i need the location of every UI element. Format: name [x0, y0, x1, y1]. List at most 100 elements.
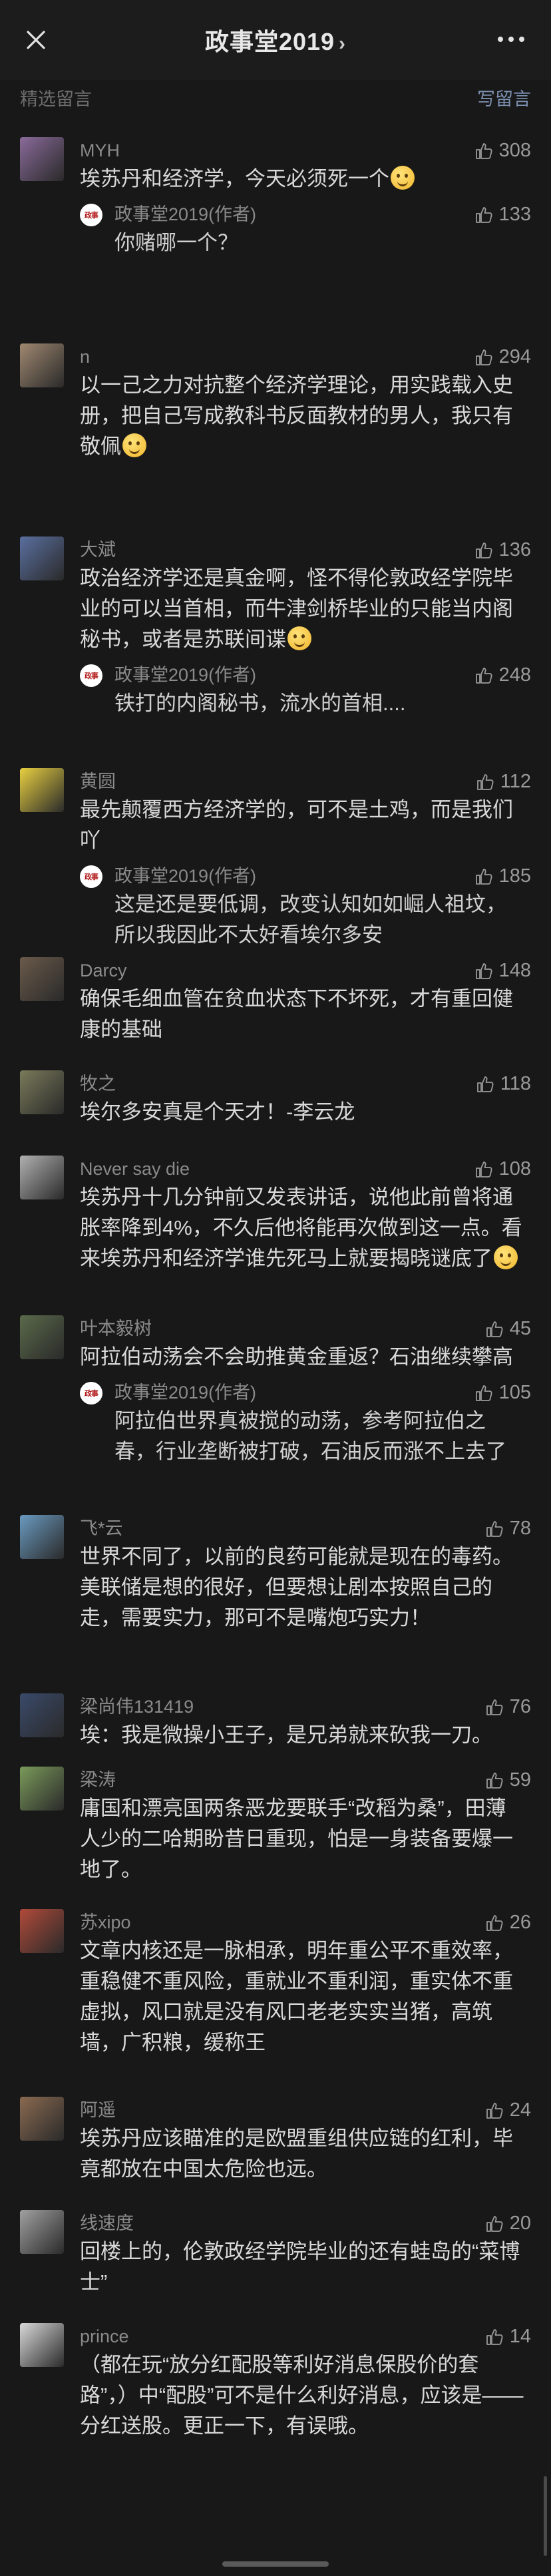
like-count: 112	[500, 771, 531, 792]
comment-text: 埃苏丹十几分钟前又发表讲话，说他此前曾将通胀率降到4%，不久后他将能再次做到这一…	[80, 1182, 531, 1274]
home-indicator[interactable]	[222, 2561, 329, 2567]
avatar[interactable]	[20, 1693, 64, 1737]
avatar[interactable]	[20, 343, 64, 387]
scrollbar[interactable]	[544, 2476, 547, 2556]
thumbs-up-icon	[486, 1699, 503, 1715]
comment-text: 世界不同了，以前的良药可能就是现在的毒药。美联储是想的很好，但要想让剧本按照自己…	[80, 1542, 531, 1633]
like-button[interactable]: 20	[484, 2213, 531, 2235]
comment-text-content: 回楼上的，伦敦政经学院毕业的还有蛙岛的“菜博士”	[80, 2240, 520, 2294]
commenter-name[interactable]: 阿遥	[80, 2097, 531, 2123]
like-count: 108	[498, 1158, 531, 1180]
avatar[interactable]	[20, 2210, 64, 2254]
like-count: 78	[509, 1518, 531, 1539]
like-button[interactable]: 14	[484, 2326, 531, 2348]
avatar[interactable]	[20, 1156, 64, 1199]
comment-body: 梁尚伟131419 76 埃：我是微操小王子，是兄弟就来砍我一刀。	[80, 1693, 531, 1751]
commenter-name[interactable]: MYH	[80, 137, 531, 164]
reply-like-button[interactable]: 185	[474, 865, 531, 887]
avatar[interactable]	[20, 1070, 64, 1114]
like-button[interactable]: 24	[484, 2099, 531, 2121]
smiley-emoji-icon	[391, 166, 415, 190]
comment-text-content: 埃苏丹应该瞄准的是欧盟重组供应链的红利，毕竟都放在中国太危险也远。	[80, 2127, 513, 2181]
reply-like-button[interactable]: 105	[474, 1382, 531, 1404]
author-logo-icon: 政事	[80, 204, 102, 226]
thumbs-up-icon	[486, 2328, 503, 2345]
commenter-name[interactable]: 飞*云	[80, 1515, 531, 1542]
smiley-emoji-icon	[494, 1245, 518, 1269]
author-logo-icon: 政事	[80, 865, 102, 888]
comment-body: Never say die 108 埃苏丹十几分钟前又发表讲话，说他此前曾将通胀率降…	[80, 1156, 531, 1274]
like-button[interactable]: 136	[474, 539, 531, 561]
commenter-name[interactable]: Never say die	[80, 1156, 531, 1182]
more-icon[interactable]	[498, 29, 531, 49]
commenter-name[interactable]: 梁尚伟131419	[80, 1693, 531, 1720]
like-count: 148	[498, 960, 531, 981]
like-button[interactable]: 308	[474, 140, 531, 162]
commenter-name[interactable]: n	[80, 343, 531, 370]
commenter-name[interactable]: 黄圆	[80, 768, 531, 795]
featured-comments-label: 精选留言	[20, 89, 92, 109]
commenter-name[interactable]: 苏xipo	[80, 1909, 531, 1936]
thumbs-up-icon	[486, 1914, 503, 1931]
comment-text-content: 埃尔多安真是个天才！-李云龙	[80, 1100, 355, 1124]
comment-text-content: 阿拉伯动荡会不会助推黄金重返？石油继续攀高	[80, 1345, 513, 1369]
reply-like-button[interactable]: 133	[474, 204, 531, 226]
avatar[interactable]	[20, 2097, 64, 2141]
avatar[interactable]	[20, 2323, 64, 2367]
commenter-name[interactable]: 大斌	[80, 537, 531, 563]
avatar[interactable]	[20, 1909, 64, 1953]
comment-item: MYH 308 埃苏丹和经济学，今天必须死一个 政事 政事堂2019(作者) 133 你赌哪…	[0, 114, 551, 258]
like-button[interactable]: 148	[474, 960, 531, 982]
like-button[interactable]: 108	[474, 1158, 531, 1180]
comment-item: Darcy 148 确保毛细血管在贫血状态下不坏死，才有重回健康的基础	[0, 935, 551, 1045]
avatar[interactable]	[20, 1767, 64, 1811]
page-title[interactable]: 政事堂2019 ›	[205, 23, 346, 57]
comment-text-content: 世界不同了，以前的良药可能就是现在的毒药。美联储是想的很好，但要想让剧本按照自己…	[80, 1545, 513, 1629]
thumbs-up-icon	[486, 1772, 503, 1789]
commenter-name[interactable]: 牧之	[80, 1070, 531, 1097]
comment-body: 苏xipo 26 文章内核还是一脉相承，明年重公平不重效率，重稳健不重风险，重就业不…	[80, 1909, 531, 2058]
like-button[interactable]: 45	[484, 1318, 531, 1340]
comment-item: n 294 以一己之力对抗整个经济学理论，用实践载入史册，把自己写成教科书反面教材的…	[0, 321, 551, 462]
like-button[interactable]: 112	[475, 771, 531, 793]
comment-text: 以一己之力对抗整个经济学理论，用实践载入史册，把自己写成教科书反面教材的男人，我…	[80, 370, 531, 462]
avatar[interactable]	[20, 1515, 64, 1559]
avatar[interactable]	[20, 957, 64, 1001]
reply-like-button[interactable]: 248	[474, 664, 531, 686]
like-count: 26	[509, 1912, 531, 1933]
like-count: 20	[509, 2213, 531, 2234]
like-button[interactable]: 294	[474, 346, 531, 368]
avatar[interactable]	[20, 537, 64, 580]
comment-text: 最先颠覆西方经济学的，可不是土鸡，而是我们吖	[80, 795, 531, 856]
like-button[interactable]: 76	[484, 1696, 531, 1718]
comment-text: 回楼上的，伦敦政经学院毕业的还有蛙岛的“菜博士”	[80, 2237, 531, 2298]
commenter-name[interactable]: 叶本毅树	[80, 1315, 531, 1342]
avatar[interactable]	[20, 768, 64, 812]
close-icon[interactable]	[23, 27, 49, 53]
commenter-name[interactable]: Darcy	[80, 957, 531, 984]
smiley-emoji-icon	[287, 626, 311, 650]
commenter-name[interactable]: 梁涛	[80, 1767, 531, 1793]
author-logo-icon: 政事	[80, 1382, 102, 1404]
thumbs-up-icon	[475, 667, 492, 684]
avatar[interactable]	[20, 1315, 64, 1359]
comment-text-content: 埃：我是微操小王子，是兄弟就来砍我一刀。	[80, 1723, 492, 1747]
like-button[interactable]: 26	[484, 1912, 531, 1934]
like-count: 24	[509, 2099, 531, 2121]
comment-body: 飞*云 78 世界不同了，以前的良药可能就是现在的毒药。美联储是想的很好，但要想让剧…	[80, 1515, 531, 1633]
chevron-right-icon: ›	[339, 33, 347, 55]
comment-text-content: 埃苏丹和经济学，今天必须死一个	[80, 167, 389, 190]
like-button[interactable]: 78	[484, 1518, 531, 1540]
like-button[interactable]: 59	[484, 1769, 531, 1791]
comment-item: 黄圆 112 最先颠覆西方经济学的，可不是土鸡，而是我们吖 政事 政事堂2019(作者)…	[0, 746, 551, 951]
write-comment-button[interactable]: 写留言	[477, 85, 531, 110]
thumbs-up-icon	[475, 142, 492, 159]
like-count: 59	[509, 1769, 531, 1791]
like-button[interactable]: 118	[475, 1073, 531, 1095]
comment-item: 飞*云 78 世界不同了，以前的良药可能就是现在的毒药。美联储是想的很好，但要想让剧…	[0, 1492, 551, 1633]
commenter-name[interactable]: 线速度	[80, 2210, 531, 2237]
avatar[interactable]	[20, 137, 64, 181]
thumbs-up-icon	[476, 1076, 494, 1092]
reply-text: 铁打的内阁秘书，流水的首相....	[114, 692, 406, 715]
commenter-name[interactable]: prince	[80, 2323, 531, 2350]
